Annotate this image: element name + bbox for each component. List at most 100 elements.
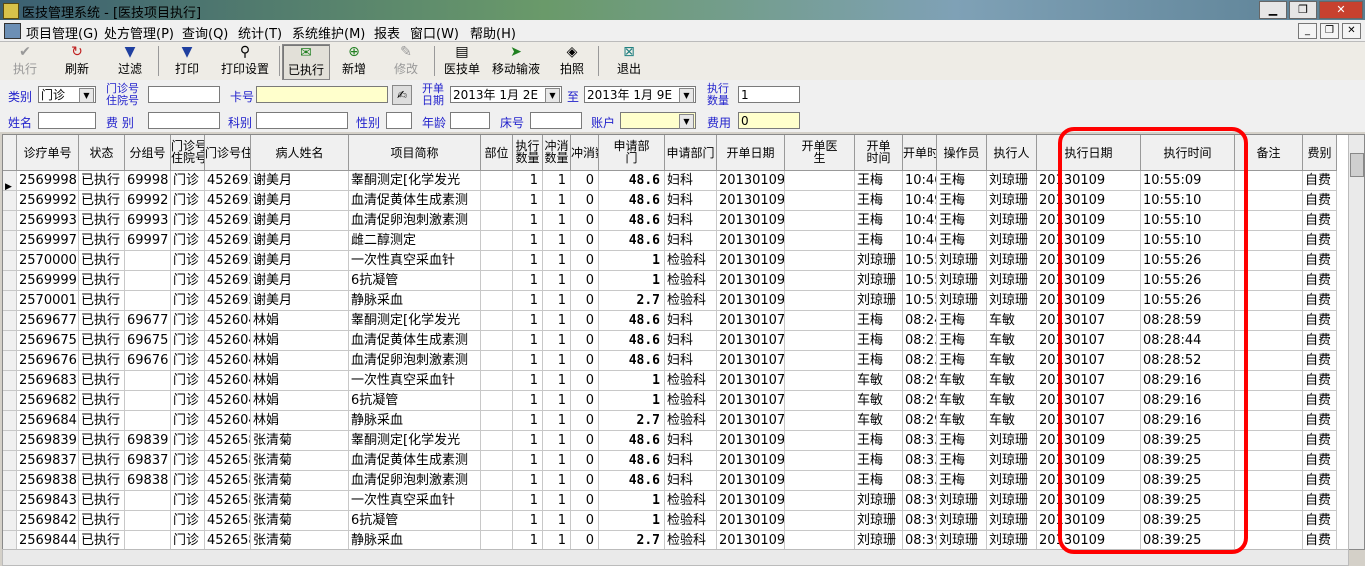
column-header-total-amount[interactable]: 申请部门 [599,135,665,171]
column-header-open-time[interactable]: 开单时间 [903,135,937,171]
menu-project[interactable]: 项目管理(G) [26,23,98,42]
cell-order-no: 2569677 [17,311,79,331]
refresh-button[interactable]: ↻ 刷新 [52,44,102,78]
table-row[interactable]: 2570000已执行门诊452693谢美月一次性真空采血针1101检验科2013… [3,251,1348,271]
column-header-body-part[interactable]: 部位 [481,135,513,171]
table-row[interactable]: 2569682已执行门诊452604林娟6抗凝管1101检验科20130107车… [3,391,1348,411]
column-header-item-name[interactable]: 项目简称 [349,135,481,171]
column-header-operator[interactable]: 操作员 [937,135,987,171]
menu-statistics[interactable]: 统计(T) [238,23,282,42]
executed-button[interactable]: ✉ 已执行 [282,44,330,80]
camera-button[interactable]: ◈ 拍照 [552,44,592,78]
column-header-order-no[interactable]: 诊疗单号 [17,135,79,171]
column-header-group-no[interactable]: 分组号 [125,135,171,171]
menu-prescription[interactable]: 处方管理(P) [104,23,174,42]
column-header-clinic-no[interactable]: 门诊号住院号 [205,135,251,171]
maximize-button[interactable]: ❐ [1289,1,1317,19]
table-row[interactable]: 2569837已执行69837门诊452658张清菊血清促黄体生成素测11048… [3,451,1348,471]
column-header-executor[interactable]: 执行人 [987,135,1037,171]
chevron-down-icon[interactable]: ▼ [679,88,694,103]
clinic-number-input[interactable] [148,86,220,103]
table-row[interactable]: 2569683已执行门诊452604林娟一次性真空采血针1101检验科20130… [3,371,1348,391]
account-select[interactable]: ▼ [620,112,696,129]
table-row[interactable]: 2569843已执行门诊452658张清菊一次性真空采血针1101检验科2013… [3,491,1348,511]
menu-query[interactable]: 查询(Q) [182,23,228,42]
column-header-quantity[interactable]: 执行 数量 [513,135,543,171]
table-row[interactable]: 2569839已执行69839门诊452658张清菊睾酮测定[化学发光11048… [3,431,1348,451]
cell-order-no: 2569844 [17,531,79,549]
infusion-button[interactable]: ➤ 移动输液 [488,44,544,78]
fee-type-input[interactable] [148,112,220,129]
execute-button[interactable]: ✔ 执行 [2,44,48,78]
add-button[interactable]: ⊕ 新增 [330,44,378,78]
table-row[interactable]: 2569999已执行门诊452693谢美月6抗凝管1101检验科20130109… [3,271,1348,291]
column-header-status[interactable]: 状态 [79,135,125,171]
table-row[interactable]: 2569842已执行门诊452658张清菊6抗凝管1101检验科20130109… [3,511,1348,531]
name-input[interactable] [38,112,96,129]
age-input[interactable] [450,112,490,129]
table-row[interactable]: 2569844已执行门诊452658张清菊静脉采血1102.7检验科201301… [3,531,1348,549]
column-header-type[interactable]: 门诊号 住院号 [171,135,205,171]
bed-input[interactable] [530,112,582,129]
column-header-remark[interactable]: 备注 [1235,135,1303,171]
table-row[interactable]: 2569992已执行69992门诊452693谢美月血清促黄体生成素测11048… [3,191,1348,211]
cell-indicator [3,231,17,251]
card-reader-icon[interactable]: ✍ [392,85,412,105]
date-to-input[interactable]: 2013年 1月 9E ▼ [584,86,696,103]
column-header-exec-time[interactable]: 执行时间 [1141,135,1235,171]
table-row[interactable]: 2569838已执行69838门诊452658张清菊血清促卵泡刺激素测11048… [3,471,1348,491]
mdi-child-icon[interactable] [4,23,21,39]
table-row[interactable]: 2570001已执行门诊452693谢美月静脉采血1102.7检验科201301… [3,291,1348,311]
table-row[interactable]: 2569675已执行69675门诊452604林娟血清促黄体生成素测11048.… [3,331,1348,351]
vertical-scrollbar[interactable] [1348,135,1364,549]
table-row[interactable]: 2569993已执行69993门诊452693谢美月血清促卵泡刺激素测11048… [3,211,1348,231]
horizontal-scrollbar[interactable] [2,549,1349,566]
print-settings-button[interactable]: ⚲ 打印设置 [214,44,276,78]
exec-qty-input[interactable]: 1 [738,86,800,103]
exit-button[interactable]: ⊠ 退出 [606,44,652,78]
menu-window[interactable]: 窗口(W) [410,23,459,42]
column-header-diagnosis[interactable]: 开单医生 [785,135,855,171]
cell-status: 已执行 [79,391,125,411]
cell-total-amount: 48.6 [599,431,665,451]
minimize-button[interactable]: ▁ [1259,1,1287,19]
cell-cancel-qty: 0 [571,431,599,451]
close-button[interactable]: ✕ [1319,1,1363,19]
dept-input[interactable] [256,112,348,129]
edit-button[interactable]: ✎ 修改 [382,44,430,78]
table-row[interactable]: 2569677已执行69677门诊452604林娟睾酮测定[化学发光11048.… [3,311,1348,331]
mdi-minimize-button[interactable]: _ [1298,23,1317,39]
date-from-input[interactable]: 2013年 1月 2E ▼ [450,86,562,103]
chevron-down-icon[interactable]: ▼ [79,88,94,103]
table-row[interactable]: 2569676已执行69676门诊452604林娟血清促卵泡刺激素测11048.… [3,351,1348,371]
column-header-doctor[interactable]: 开单 时间 [855,135,903,171]
column-header-exec-date[interactable]: 执行日期 [1037,135,1141,171]
chevron-down-icon[interactable]: ▼ [679,114,694,129]
gender-input[interactable] [386,112,412,129]
card-number-input[interactable] [256,86,388,103]
cell-operator: 刘琼珊 [937,271,987,291]
print-button[interactable]: ▼ 打印 [164,44,210,78]
mdi-close-button[interactable]: ✕ [1342,23,1361,39]
column-header-open-date[interactable]: 开单日期 [717,135,785,171]
cell-open-time: 08:23 [903,331,937,351]
menu-system[interactable]: 系统维护(M) [292,23,365,42]
column-header-request-dept[interactable]: 申请部门 [665,135,717,171]
menu-help[interactable]: 帮助(H) [470,23,516,42]
table-row[interactable]: 2569684已执行门诊452604林娟静脉采血1102.7检验科2013010… [3,411,1348,431]
cell-status: 已执行 [79,271,125,291]
chevron-down-icon[interactable]: ▼ [545,88,560,103]
filter-button[interactable]: ▼ 过滤 [106,44,154,78]
type-select[interactable]: 门诊 ▼ [38,86,96,103]
cost-input[interactable]: 0 [738,112,800,129]
column-header-patient-name[interactable]: 病人姓名 [251,135,349,171]
column-header-exec-qty[interactable]: 冲消 数量 [543,135,571,171]
table-row[interactable]: 2569997已执行69997门诊452693谢美月雌二醇测定11048.6妇科… [3,231,1348,251]
menu-report[interactable]: 报表 [374,23,400,42]
mdi-restore-button[interactable]: ❐ [1320,23,1339,39]
column-header-fee-type[interactable]: 费别 [1303,135,1337,171]
form-button[interactable]: ▤ 医技单 [440,44,484,78]
cell-open-time: 10:49 [903,191,937,211]
column-header-cancel-qty[interactable]: 冲消数量 [571,135,599,171]
table-row[interactable]: ▶2569998已执行69998门诊452693谢美月睾酮测定[化学发光1104… [3,171,1348,191]
